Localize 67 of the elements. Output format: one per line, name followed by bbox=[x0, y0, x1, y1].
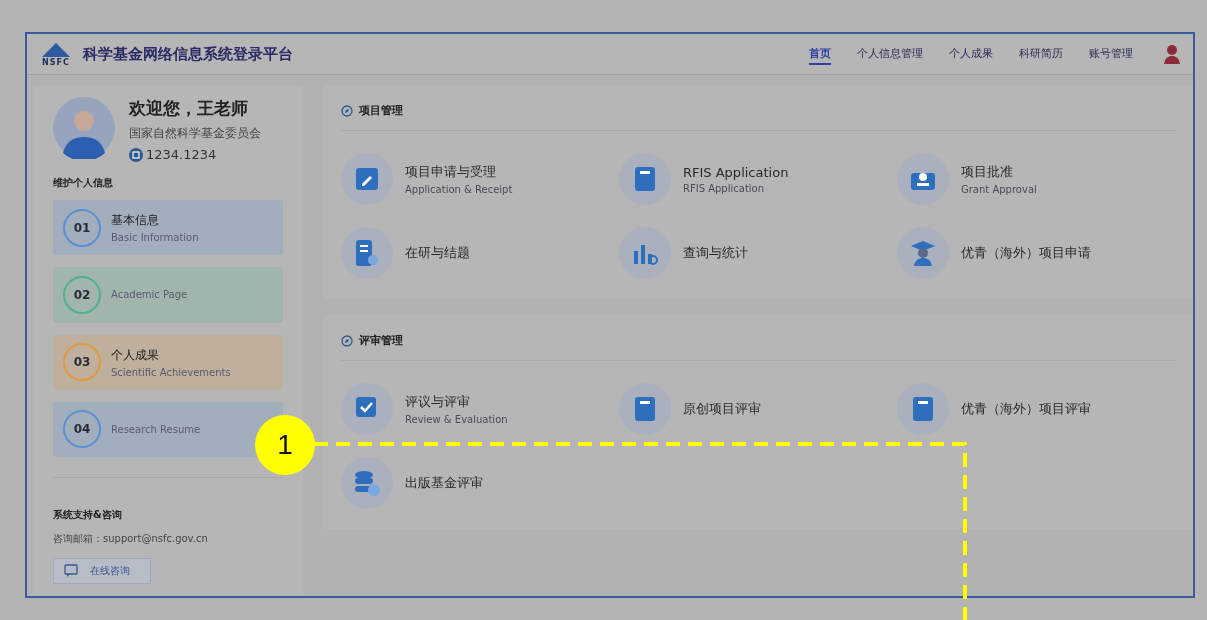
card-subtitle: Basic Information bbox=[111, 232, 199, 244]
online-consult-button[interactable]: 在线咨询 bbox=[53, 558, 151, 584]
module-link[interactable]: 出版基金评审 bbox=[405, 474, 483, 492]
id-badge-icon bbox=[129, 147, 143, 162]
module-link[interactable]: 优青（海外）项目申请 bbox=[961, 244, 1091, 262]
card-subtitle: Academic Page bbox=[111, 289, 188, 301]
document-icon bbox=[912, 396, 934, 422]
module-icon-circle[interactable] bbox=[897, 227, 949, 279]
card-title: 个人成果 bbox=[111, 346, 160, 364]
welcome-text: 欢迎您，王老师 bbox=[129, 97, 249, 120]
logo-text: NSFC bbox=[42, 57, 70, 67]
module-icon-circle[interactable] bbox=[341, 383, 393, 435]
section-heading: 系统支持&咨询 bbox=[53, 508, 123, 522]
pencil-note-icon bbox=[354, 166, 380, 192]
module-subtitle: Application & Receipt bbox=[405, 184, 513, 195]
card-title: 基本信息 bbox=[111, 212, 160, 230]
module-link[interactable]: 优青（海外）项目评审 bbox=[961, 400, 1091, 418]
compass-icon bbox=[341, 104, 353, 117]
nav-link[interactable]: 个人信息管理 bbox=[857, 43, 923, 65]
module-link[interactable]: 在研与结题 bbox=[405, 244, 470, 262]
nav-link[interactable]: 首页 bbox=[809, 43, 831, 65]
module-icon-circle[interactable] bbox=[341, 457, 393, 509]
chat-icon bbox=[64, 564, 80, 578]
module-link[interactable]: 项目批准 bbox=[961, 163, 1037, 181]
nav-link[interactable]: 个人成果 bbox=[949, 43, 993, 65]
module-icon-circle[interactable] bbox=[897, 153, 949, 205]
document-icon bbox=[634, 166, 656, 192]
module-icon-circle[interactable] bbox=[619, 383, 671, 435]
logo-triangle-icon bbox=[41, 41, 71, 58]
module-link[interactable]: 查询与统计 bbox=[683, 244, 748, 262]
user-avatar-icon[interactable] bbox=[1163, 44, 1181, 64]
module-icon-circle[interactable] bbox=[619, 153, 671, 205]
checklist-icon bbox=[355, 239, 379, 267]
info-card[interactable]: 03 个人成果 Scientific Achievements bbox=[53, 334, 283, 390]
graduate-icon bbox=[909, 239, 937, 267]
step-number: 03 bbox=[63, 343, 101, 382]
module-title: 评审管理 bbox=[359, 333, 403, 348]
step-number: 02 bbox=[63, 275, 101, 314]
module-link[interactable]: 评议与评审 bbox=[405, 393, 508, 411]
module-title: 项目管理 bbox=[359, 103, 403, 118]
module-link[interactable]: 原创项目评审 bbox=[683, 400, 761, 418]
compass-icon bbox=[341, 334, 353, 347]
card-subtitle: Research Resume bbox=[111, 423, 201, 435]
nav-link[interactable]: 账号管理 bbox=[1089, 43, 1133, 65]
module-link[interactable]: RFIS Application bbox=[683, 164, 789, 180]
email-text: 咨询邮箱：support@nsfc.gov.cn bbox=[53, 532, 209, 546]
module-link[interactable]: 项目申请与受理 bbox=[405, 163, 513, 181]
module-icon-circle[interactable] bbox=[341, 153, 393, 205]
section-heading: 维护个人信息 bbox=[53, 176, 114, 190]
document-icon bbox=[634, 396, 656, 422]
module-icon-circle[interactable] bbox=[619, 227, 671, 279]
step-number: 04 bbox=[63, 410, 101, 449]
module-icon-circle[interactable] bbox=[897, 383, 949, 435]
module-subtitle: Review & Evaluation bbox=[405, 414, 508, 425]
module-subtitle: Grant Approval bbox=[961, 184, 1037, 195]
account-number: 1234.1234 bbox=[146, 147, 217, 162]
database-icon bbox=[353, 469, 381, 497]
avatar-silhouette bbox=[53, 97, 115, 159]
card-subtitle: Scientific Achievements bbox=[111, 366, 231, 378]
platform-title: 科学基金网络信息系统登录平台 bbox=[83, 44, 294, 64]
info-card[interactable]: 02 Academic Page bbox=[53, 267, 283, 323]
module-icon-circle[interactable] bbox=[341, 227, 393, 279]
nav-link[interactable]: 科研简历 bbox=[1019, 43, 1063, 65]
module-subtitle: RFIS Application bbox=[683, 182, 766, 194]
info-card[interactable]: 01 基本信息 Basic Information bbox=[53, 200, 283, 256]
step-number: 01 bbox=[63, 208, 101, 247]
organization-text: 国家自然科学基金委员会 bbox=[129, 125, 261, 142]
